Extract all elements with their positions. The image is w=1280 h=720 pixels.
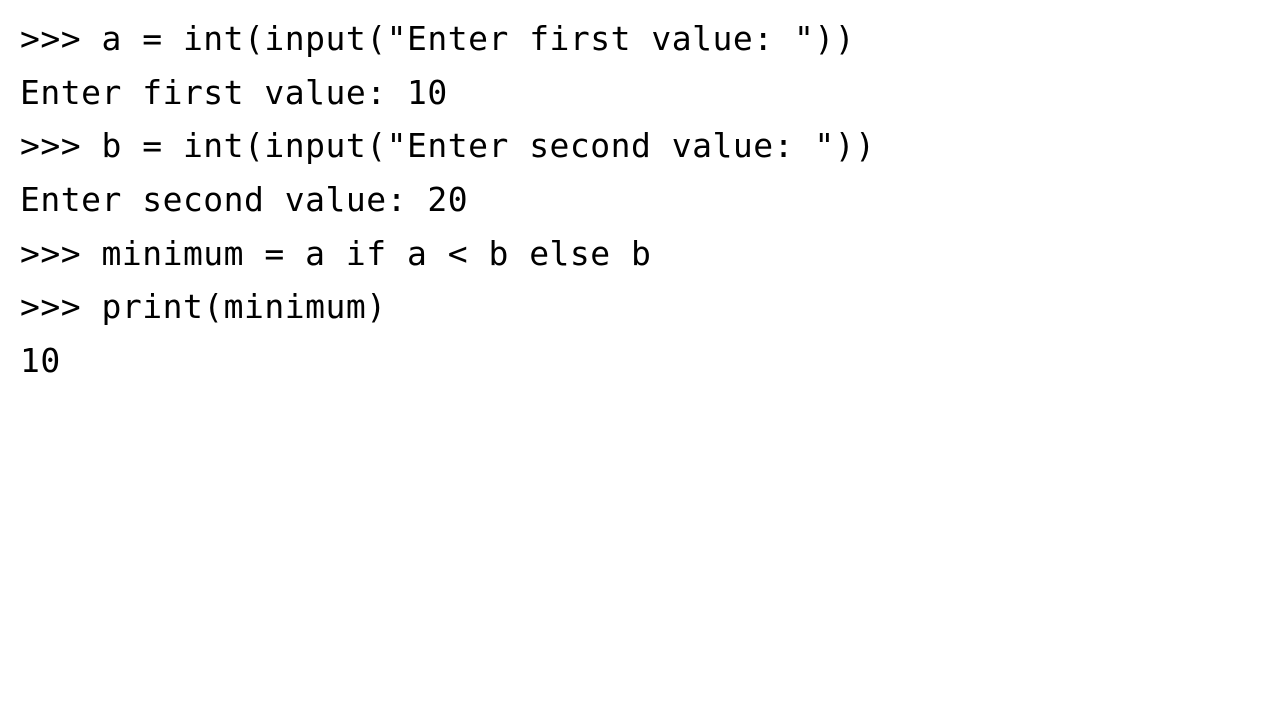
console-output-line: 10 — [20, 341, 61, 381]
console-input-line: >>> print(minimum) — [20, 287, 387, 327]
console-output-line: Enter first value: 10 — [20, 72, 448, 112]
console-output-line: Enter second value: 20 — [20, 180, 469, 220]
console-input-line: >>> a = int(input("Enter first value: ")… — [20, 19, 856, 58]
python-console: >>> a = int(input("Enter first value: ")… — [0, 0, 1280, 720]
console-input-line: >>> b = int(input("Enter second value: "… — [20, 126, 876, 166]
console-input-line: >>> minimum = a if a < b else b — [20, 233, 652, 273]
